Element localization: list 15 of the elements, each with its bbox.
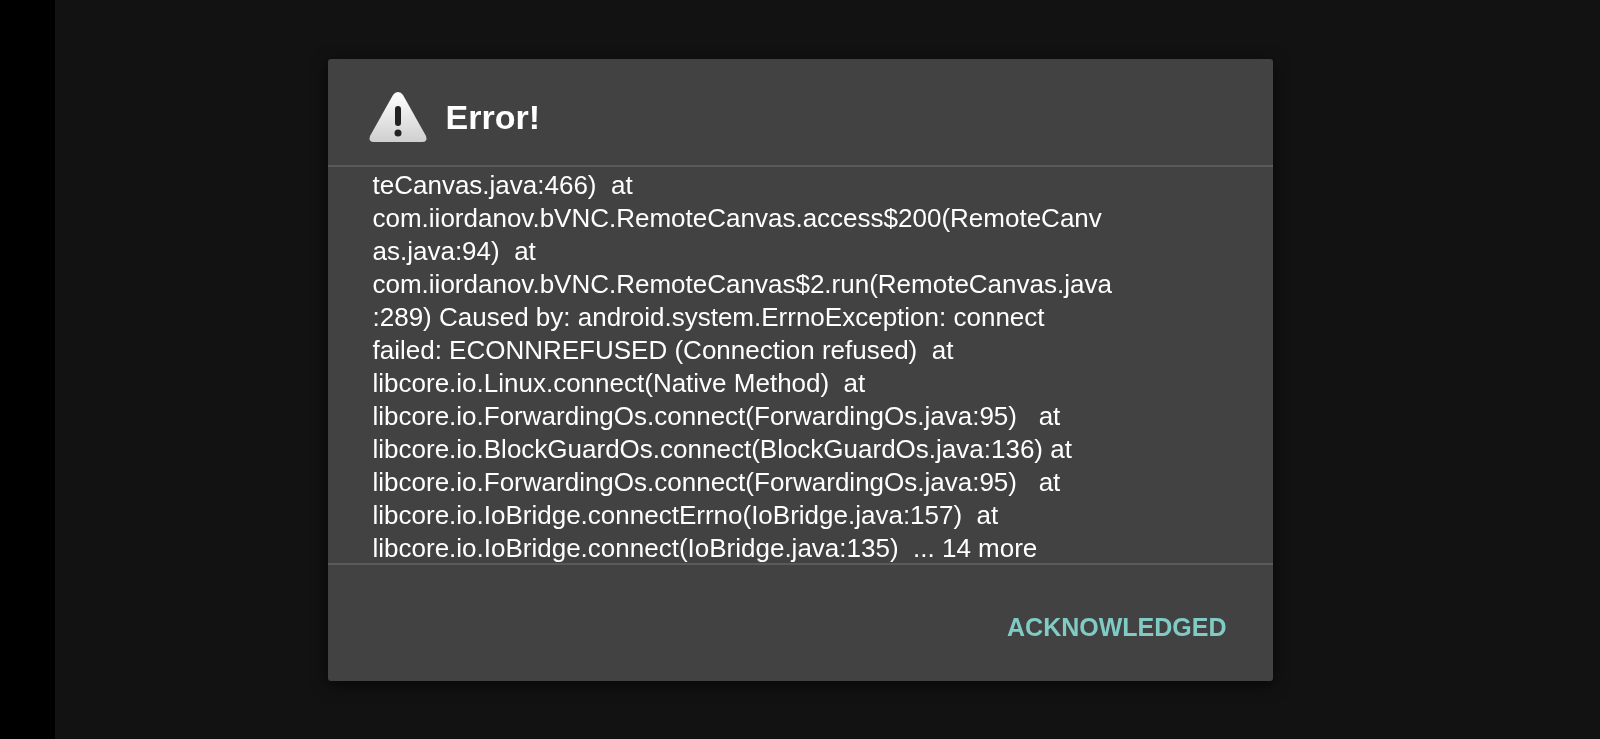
warning-icon [367,90,428,144]
error-message-line: libcore.io.Linux.connect(Native Method) at [372,367,867,400]
error-message-line: libcore.io.IoBridge.connect(IoBridge.java:135) ... 14 more [372,532,1039,563]
acknowledged-button[interactable]: ACKNOWLEDGED [1001,606,1233,648]
error-message-line: :289) Caused by: android.system.ErrnoException: connect [372,301,1046,334]
error-message-line: libcore.io.ForwardingOs.connect(ForwardingOs.java:95) at [372,400,1062,433]
error-message-line: libcore.io.BlockGuardOs.connect(BlockGuardOs.java:136) at [372,433,1073,466]
error-message-line: failed: ECONNREFUSED (Connection refused) at [372,334,955,367]
error-message-line: teCanvas.java:466) at [372,169,634,202]
error-message-line: as.java:94) at [372,235,537,268]
error-message-line: com.iiordanov.bVNC.RemoteCanvas$2.run(RemoteCanvas.java [372,268,1113,301]
error-message-line: libcore.io.ForwardingOs.connect(ForwardingOs.java:95) at [372,466,1062,499]
dialog-title: Error! [445,97,540,137]
error-message-line: libcore.io.IoBridge.connectErrno(IoBridge.java:157) at [372,499,1000,532]
error-message-line: com.iiordanov.bVNC.RemoteCanvas.access$200(RemoteCanv [372,202,1103,235]
